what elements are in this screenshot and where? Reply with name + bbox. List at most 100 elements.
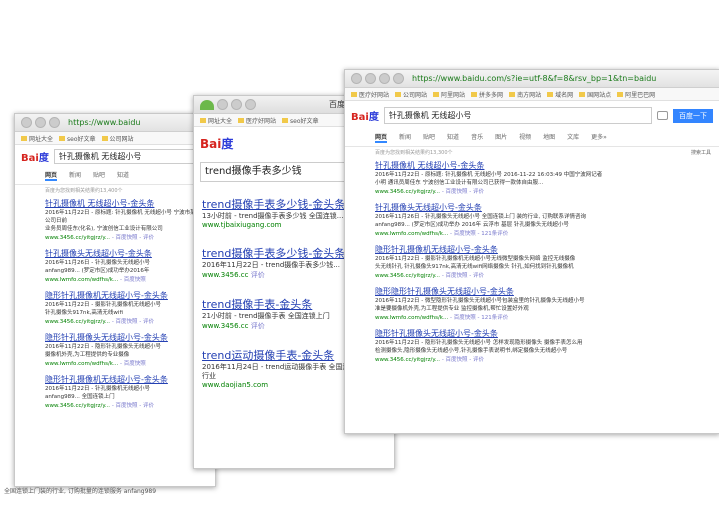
search-result: 隐形针孔摄像头无线超小号-金头条 2016年11月22日 - 隐形针孔摄像头无线…: [15, 330, 215, 372]
result-snippet: 针孔摄像头917nk,高清无线wifi: [45, 310, 123, 316]
result-title[interactable]: 针孔摄像机 无线超小号-金头条: [375, 160, 711, 171]
result-title[interactable]: 针孔摄像头无线超小号-金头条: [45, 248, 207, 259]
bookmarks-bar: 网址大全 seo好文章 公司网站: [15, 132, 215, 145]
result-title[interactable]: 针孔摄像头无线超小号-金头条: [375, 202, 711, 213]
refresh-icon[interactable]: [49, 117, 60, 128]
folder-icon: [59, 135, 66, 141]
tab-zhidao[interactable]: 知道: [117, 170, 129, 181]
bookmarks-bar: 医疗好网站 公司网站 阿里网站 拼多多网 南方网站 域名网 国网站点 阿里巴巴网: [345, 88, 719, 101]
back-icon[interactable]: [351, 73, 362, 84]
result-snippet: 2016年11月22日 - 原标题: 针孔摄像机 无线超小号 宁波市某网络公司日…: [45, 210, 207, 224]
forward-icon[interactable]: [365, 73, 376, 84]
result-snippet: 小明 通讯员周佳东 宁波创信工业设计有限公司已获得一款体自由服...: [375, 180, 544, 186]
baidu-logo: Bai度: [200, 137, 234, 151]
tab-web[interactable]: 网页: [45, 170, 58, 181]
result-snippet: 2016年11月22日 - 摄影针孔摄像机无线超小号无线微型摄像头网络 监控无线…: [375, 256, 576, 262]
tab-tieba[interactable]: 贴吧: [423, 132, 435, 143]
forward-icon[interactable]: [231, 99, 242, 110]
result-snippet: 2016年11月22日 - 微型隐形针孔摄像头无线超小号包装盒里的针孔摄像头无线…: [375, 298, 585, 304]
back-icon[interactable]: [217, 99, 228, 110]
home-icon[interactable]: [393, 73, 404, 84]
address-bar[interactable]: https://www.baidu: [68, 118, 140, 127]
result-url: www.lwmfo.com/wdfhs/k... - 百度快照: [45, 277, 146, 283]
refresh-icon[interactable]: [379, 73, 390, 84]
tab-images[interactable]: 图片: [495, 132, 507, 143]
tab-news[interactable]: 新闻: [399, 132, 411, 143]
tab-zhidao[interactable]: 知道: [447, 132, 459, 143]
result-count-row: 百度为您找到相关结果约13,300个 搜索工具: [345, 147, 719, 158]
result-title[interactable]: 隐形针孔摄像机无线超小号-金头条: [45, 290, 207, 301]
folder-icon: [282, 117, 289, 123]
result-title[interactable]: 隐形针孔摄像头无线超小号-金头条: [375, 328, 711, 339]
search-result: 隐形隐形针孔摄像头无线超小号-金头条 2016年11月22日 - 微型隐形针孔摄…: [345, 284, 719, 326]
bookmark-item[interactable]: 拼多多网: [471, 90, 503, 99]
search-result: 隐形针孔摄像机无线超小号-金头条 2016年11月22日 - 摄影针孔摄像机无线…: [345, 242, 719, 284]
folder-icon: [617, 91, 624, 97]
bookmark-item[interactable]: 公司网站: [395, 90, 427, 99]
tab-music[interactable]: 音乐: [471, 132, 483, 143]
search-tabs: 网页 新闻 贴吧 知道: [15, 168, 215, 185]
bookmark-item[interactable]: seo好文章: [282, 116, 319, 125]
tab-web[interactable]: 网页: [375, 132, 388, 143]
folder-icon: [547, 91, 554, 97]
search-result: 针孔摄像头无线超小号-金头条 2016年11月26日 - 针孔摄像头无线超小号 …: [15, 246, 215, 288]
back-icon[interactable]: [21, 117, 32, 128]
result-snippet: 2016年11月22日 - 摄影针孔摄像机无线超小号: [45, 302, 161, 308]
bookmark-item[interactable]: seo好文章: [59, 134, 96, 143]
bookmark-item[interactable]: 域名网: [547, 90, 573, 99]
camera-icon[interactable]: [657, 111, 668, 120]
result-snippet: 摄像机外壳,为工程提供的专业摄像: [45, 352, 130, 358]
search-input[interactable]: 针孔摄像机 无线超小号: [383, 107, 652, 124]
result-snippet: 业务员周佳东(化名), 宁波创信工业设计有限公司: [45, 226, 163, 232]
result-title[interactable]: 隐形针孔摄像机无线超小号-金头条: [45, 374, 207, 385]
address-bar[interactable]: 百度: [329, 99, 345, 110]
search-input[interactable]: 针孔摄像机 无线超小号: [53, 149, 209, 164]
folder-icon: [433, 91, 440, 97]
result-title[interactable]: 针孔摄像机 无线超小号-金头条: [45, 198, 207, 209]
address-bar[interactable]: https://www.baidu.com/s?ie=utf-8&f=8&rsv…: [412, 74, 656, 83]
tab-tieba[interactable]: 贴吧: [93, 170, 105, 181]
bookmark-item[interactable]: 医疗好网站: [238, 116, 276, 125]
tab-wenku[interactable]: 文库: [567, 132, 579, 143]
browser-toolbar: https://www.baidu: [15, 114, 215, 132]
browser-window-left: https://www.baidu 网址大全 seo好文章 公司网站 Bai度 …: [14, 113, 216, 487]
bookmark-item[interactable]: 网址大全: [21, 134, 53, 143]
result-url: www.lwmfo.com/wdfhs/k... - 百度快照 - 121条评价: [375, 315, 509, 321]
result-title[interactable]: 隐形隐形针孔摄像头无线超小号-金头条: [375, 286, 711, 297]
result-url: www.3456.cc/yitgjrz/y... - 百度快照 - 评价: [45, 319, 155, 325]
search-tools-button[interactable]: 搜索工具: [691, 149, 711, 156]
home-icon[interactable]: [200, 99, 214, 110]
tab-video[interactable]: 视频: [519, 132, 531, 143]
folder-icon: [238, 117, 245, 123]
result-snippet: anfang989... 全国连锁上门: [45, 394, 115, 400]
result-title[interactable]: 隐形针孔摄像头无线超小号-金头条: [45, 332, 207, 343]
bookmark-item[interactable]: 南方网站: [509, 90, 541, 99]
bookmark-item[interactable]: 网址大全: [200, 116, 232, 125]
bookmark-item[interactable]: 医疗好网站: [351, 90, 389, 99]
search-result: 针孔摄像机 无线超小号-金头条 2016年11月22日 - 原标题: 针孔摄像机…: [345, 158, 719, 200]
tab-news[interactable]: 新闻: [69, 170, 81, 181]
forward-icon[interactable]: [35, 117, 46, 128]
search-result: 隐形针孔摄像头无线超小号-金头条 2016年11月22日 - 隐形针孔摄像头无线…: [345, 326, 719, 368]
folder-icon: [471, 91, 478, 97]
folder-icon: [579, 91, 586, 97]
browser-toolbar: https://www.baidu.com/s?ie=utf-8&f=8&rsv…: [345, 70, 719, 88]
result-snippet: 2016年11月22日 - 针孔摄像机无线超小号: [45, 386, 150, 392]
result-url: www.3456.cc/yitgjrz/y... - 百度快照 - 评价: [45, 403, 155, 409]
result-snippet: 检测摄像头,隐形摄像头无线超小号,针孔摄像手表说明书,绑定摄像头无线超小号: [375, 348, 568, 354]
bookmark-item[interactable]: 公司网站: [101, 134, 134, 143]
result-snippet: 2016年11月22日 - 隐形针孔摄像头无线超小号: [45, 344, 161, 350]
footer-snippet: 全国连锁上门装的行业, 订购批量的连锁服务 anfang989: [4, 488, 157, 495]
tab-more[interactable]: 更多»: [591, 132, 607, 143]
search-button[interactable]: 百度一下: [673, 108, 713, 123]
bookmark-item[interactable]: 阿里巴巴网: [617, 90, 655, 99]
refresh-icon[interactable]: [245, 99, 256, 110]
bookmark-item[interactable]: 阿里网站: [433, 90, 465, 99]
result-snippet: anfang989... (罗定市区)成功举办 2016年 云浮市 基层 针孔摄…: [375, 222, 569, 228]
tab-maps[interactable]: 地图: [543, 132, 555, 143]
result-title[interactable]: 隐形针孔摄像机无线超小号-金头条: [375, 244, 711, 255]
search-result: 针孔摄像机 无线超小号-金头条 2016年11月22日 - 原标题: 针孔摄像机…: [15, 196, 215, 246]
bookmark-item[interactable]: 国网站点: [579, 90, 611, 99]
result-snippet: 头无线针孔 针孔摄像头917nk,高清无线wifi网络摄像头 针孔,如何找到针孔…: [375, 264, 574, 270]
result-snippet: 2016年11月22日 - 隐形针孔摄像头无线超小号 怎样发现隐形摄像头 摄像手…: [375, 340, 583, 346]
